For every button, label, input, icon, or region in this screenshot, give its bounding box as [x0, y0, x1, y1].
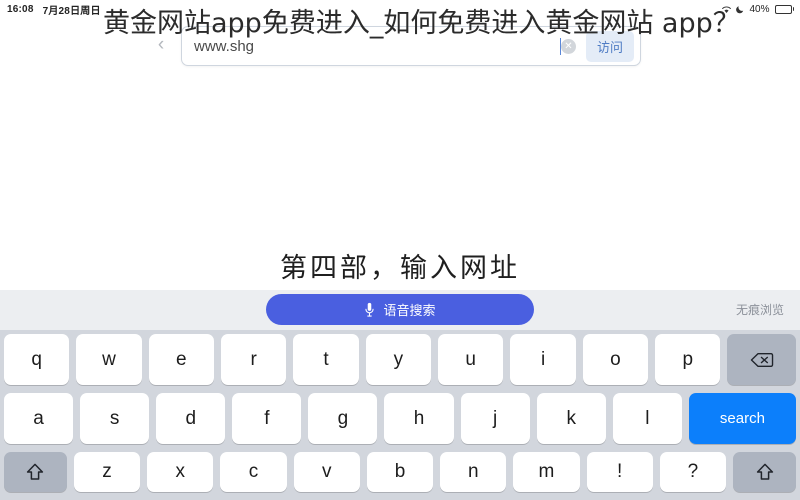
- shift-key-left[interactable]: [4, 452, 67, 492]
- microphone-icon: [365, 302, 375, 317]
- key-y[interactable]: y: [365, 334, 432, 385]
- phone-screenshot: 16:08 7月28日周日 40% ‹ www.shg ✕ 访问 黄金网站app…: [0, 0, 800, 500]
- battery-icon: [774, 4, 794, 14]
- key-question[interactable]: ?: [659, 452, 727, 492]
- key-z[interactable]: z: [73, 452, 141, 492]
- status-date: 7月28日周日: [42, 5, 101, 17]
- shift-icon: [756, 463, 773, 480]
- key-k[interactable]: k: [536, 393, 606, 444]
- key-b[interactable]: b: [366, 452, 434, 492]
- key-e[interactable]: e: [148, 334, 215, 385]
- key-d[interactable]: d: [156, 393, 226, 444]
- keyboard-toolbar: 语音搜索 无痕浏览: [0, 290, 800, 330]
- key-m[interactable]: m: [513, 452, 580, 492]
- status-bar-left: 16:08 7月28日周日: [0, 2, 101, 17]
- backspace-key[interactable]: [727, 334, 797, 385]
- status-bar: 16:08 7月28日周日 40%: [0, 0, 800, 18]
- key-r[interactable]: r: [221, 334, 287, 385]
- status-time: 16:08: [7, 3, 34, 15]
- backspace-icon: [750, 352, 773, 367]
- key-v[interactable]: v: [293, 452, 360, 492]
- key-l[interactable]: l: [612, 393, 682, 444]
- keyboard-row-3: z x c v b n m ! ?: [0, 452, 800, 492]
- key-i[interactable]: i: [510, 334, 576, 385]
- keyboard-row-1: q w e r t y u i o p: [0, 334, 800, 385]
- search-key[interactable]: search: [688, 393, 796, 444]
- key-q[interactable]: q: [3, 334, 70, 385]
- key-w[interactable]: w: [76, 334, 142, 385]
- key-u[interactable]: u: [438, 334, 504, 385]
- voice-search-label: 语音搜索: [383, 303, 436, 318]
- voice-search-button[interactable]: 语音搜索: [266, 294, 534, 325]
- keyboard-row-2: a s d f g h j k l search: [0, 393, 800, 444]
- moon-icon: [736, 6, 744, 14]
- key-j[interactable]: j: [460, 393, 530, 444]
- keyboard-panel: 语音搜索 无痕浏览 q w e r t y u i o p a s d f g …: [0, 290, 800, 500]
- key-t[interactable]: t: [293, 334, 359, 385]
- wifi-icon: [722, 6, 732, 13]
- key-g[interactable]: g: [308, 393, 378, 444]
- incognito-label: 无痕浏览: [735, 303, 784, 317]
- keyboard-keys: q w e r t y u i o p a s d f g h j k l se…: [0, 330, 800, 500]
- key-s[interactable]: s: [80, 393, 150, 444]
- key-f[interactable]: f: [232, 393, 302, 444]
- status-bar-right: 40%: [721, 0, 794, 18]
- shift-key-right[interactable]: [733, 452, 796, 492]
- key-c[interactable]: c: [220, 452, 287, 492]
- key-o[interactable]: o: [582, 334, 649, 385]
- key-h[interactable]: h: [384, 393, 454, 444]
- battery-percent: 40%: [749, 3, 770, 15]
- shift-icon: [27, 463, 44, 480]
- step-caption: 第四部，输入网址: [280, 253, 520, 284]
- key-p[interactable]: p: [655, 334, 721, 385]
- key-n[interactable]: n: [440, 452, 507, 492]
- key-x[interactable]: x: [147, 452, 214, 492]
- key-a[interactable]: a: [4, 393, 74, 444]
- key-exclamation[interactable]: !: [586, 452, 653, 492]
